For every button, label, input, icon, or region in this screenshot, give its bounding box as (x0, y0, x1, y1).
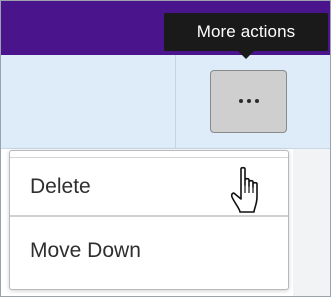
more-horizontal-icon (238, 98, 259, 103)
menu-item-move-down[interactable]: Move Down (10, 217, 288, 285)
more-actions-button[interactable] (210, 70, 287, 133)
menu-item-label: Delete (30, 175, 91, 198)
hand-pointer-icon (230, 166, 258, 213)
tooltip-arrow (238, 51, 254, 59)
menu-divider (10, 157, 288, 158)
screenshot-frame: More actions Delete Move Down (0, 0, 331, 297)
menu-item-label: Move Down (30, 239, 141, 262)
tooltip-text: More actions (196, 22, 296, 41)
tooltip: More actions (164, 13, 328, 51)
column-divider (175, 55, 176, 148)
right-panel-edge (293, 149, 330, 296)
